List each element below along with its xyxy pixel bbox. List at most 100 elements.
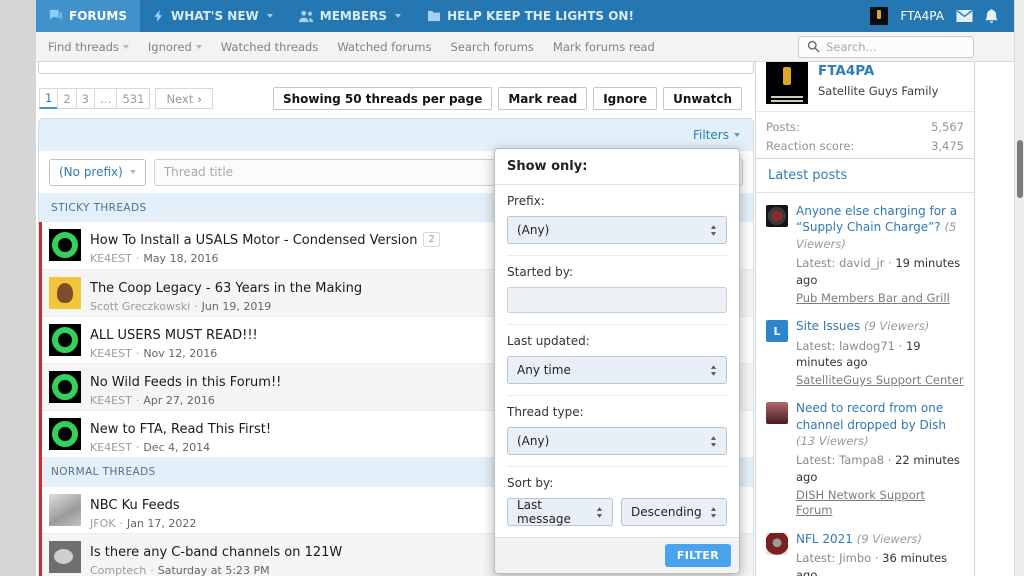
username-link[interactable]: FTA4PA: [900, 9, 944, 23]
alerts-bell-icon[interactable]: [985, 9, 998, 24]
search-input[interactable]: Search…: [798, 36, 974, 58]
thread-date-link[interactable]: Jan 17, 2022: [127, 517, 196, 530]
separator: [132, 394, 144, 407]
avatar[interactable]: [49, 277, 81, 309]
thread-title-link[interactable]: NBC Ku Feeds: [90, 498, 180, 513]
thread-title-link[interactable]: How To Install a USALS Motor - Condensed…: [90, 233, 417, 248]
forum-page: FORUMS WHAT'S NEW MEMBERS HELP KEEP THE …: [0, 0, 1024, 576]
profile-stats: Posts:5,567 Reaction score:3,475: [756, 111, 974, 164]
avatar[interactable]: [766, 402, 788, 424]
thread-author-link[interactable]: KE4EST: [90, 394, 132, 407]
filters-dropdown-toggle[interactable]: Filters: [693, 128, 740, 142]
avatar[interactable]: [766, 62, 808, 104]
folder-icon: [427, 10, 441, 22]
thread-title-link[interactable]: New to FTA, Read This First!: [90, 422, 271, 437]
page-badge[interactable]: 2: [423, 232, 439, 247]
latest-post-title-link[interactable]: NFL 2021: [796, 532, 853, 546]
separator: [146, 564, 158, 576]
thread-author-link[interactable]: Scott Greczkowski: [90, 300, 190, 313]
sort-field-select[interactable]: Last message: [507, 498, 613, 526]
thread-type-select[interactable]: (Any): [507, 427, 727, 455]
profile-username-link[interactable]: FTA4PA: [818, 63, 938, 79]
thread-author-link[interactable]: KE4EST: [90, 252, 132, 265]
tab-members[interactable]: MEMBERS: [286, 0, 414, 32]
user-avatar[interactable]: [870, 7, 888, 25]
tab-whats-new[interactable]: WHAT'S NEW: [140, 0, 286, 32]
list-item: Anyone else charging for a “Supply Chain…: [756, 193, 974, 308]
avatar[interactable]: [49, 541, 81, 573]
tab-label: MEMBERS: [320, 9, 387, 23]
filters-dropdown-panel: Show only: Prefix: (Any) Started by: Las…: [494, 148, 740, 574]
inbox-envelope-icon[interactable]: [956, 10, 973, 22]
mark-read-button[interactable]: Mark read: [498, 87, 587, 110]
latest-post-title-link[interactable]: Need to record from one channel dropped …: [796, 401, 946, 431]
forum-link[interactable]: Pub Members Bar and Grill: [796, 291, 950, 307]
tab-help-keep-lights-on[interactable]: HELP KEEP THE LIGHTS ON!: [414, 0, 647, 32]
thread-date-link[interactable]: Jun 19, 2019: [202, 300, 272, 313]
filter-submit-button[interactable]: FILTER: [665, 544, 731, 567]
avatar[interactable]: [766, 205, 788, 227]
account-area: FTA4PA: [870, 0, 1014, 32]
page-button-531[interactable]: 531: [116, 88, 150, 109]
thread-date-link[interactable]: Dec 4, 2014: [143, 441, 210, 454]
avatar[interactable]: [49, 494, 81, 526]
page-button-2[interactable]: 2: [57, 88, 76, 109]
search-placeholder: Search…: [826, 40, 877, 54]
latest-post-meta: Latest: david_jr · 19 minutes ago: [796, 255, 964, 288]
subnav-watched-threads[interactable]: Watched threads: [221, 40, 319, 54]
sub-navigation-bar: Find threads Ignored Watched threads Wat…: [36, 32, 1014, 62]
page-button-3[interactable]: 3: [76, 88, 95, 109]
avatar[interactable]: [49, 418, 81, 450]
subnav-ignored[interactable]: Ignored: [148, 40, 202, 54]
latest-posts-title: Latest posts: [756, 159, 974, 193]
thread-title-link[interactable]: No Wild Feeds in this Forum!!: [90, 375, 281, 390]
unwatch-button[interactable]: Unwatch: [663, 87, 742, 110]
avatar[interactable]: [49, 229, 81, 261]
scrollbar-thumb[interactable]: [1017, 140, 1023, 198]
forum-link[interactable]: SatelliteGuys Support Center: [796, 373, 964, 389]
thread-date-link[interactable]: Saturday at 5:23 PM: [158, 564, 270, 576]
thread-title-link[interactable]: The Coop Legacy - 63 Years in the Making: [90, 281, 362, 296]
thread-toolbar: Showing 50 threads per page Mark read Ig…: [273, 87, 742, 110]
thread-title-link[interactable]: Is there any C-band channels on 121W: [90, 545, 342, 560]
page-button-1[interactable]: 1: [39, 88, 58, 109]
started-by-input[interactable]: [507, 287, 727, 313]
chevron-down-icon: [734, 133, 740, 137]
user-title: Satellite Guys Family: [818, 84, 938, 98]
sort-by-label: Sort by:: [507, 476, 727, 490]
thread-author-link[interactable]: KE4EST: [90, 347, 132, 360]
thread-title-link[interactable]: ALL USERS MUST READ!!!: [90, 328, 258, 343]
subnav-watched-forums[interactable]: Watched forums: [337, 40, 431, 54]
ignore-button[interactable]: Ignore: [593, 87, 657, 110]
prefix-select[interactable]: (No prefix): [49, 159, 146, 186]
sort-direction-select[interactable]: Descending: [621, 498, 727, 526]
forum-link[interactable]: DISH Network Support Forum: [796, 488, 964, 519]
prefix-filter-select[interactable]: (Any): [507, 216, 727, 244]
pagination: 1 2 3 … 531 Next: [40, 88, 213, 109]
next-page-button[interactable]: Next: [155, 88, 212, 109]
avatar[interactable]: [49, 371, 81, 403]
avatar[interactable]: [766, 533, 788, 555]
thread-date-link[interactable]: May 18, 2016: [143, 252, 218, 265]
thread-author-link[interactable]: JFOK: [90, 517, 115, 530]
subnav-mark-forums-read[interactable]: Mark forums read: [553, 40, 655, 54]
member-profile-card: FTA4PA Satellite Guys Family Posts:5,567…: [755, 53, 975, 165]
last-updated-select[interactable]: Any time: [507, 356, 727, 384]
threads-per-page-button[interactable]: Showing 50 threads per page: [273, 87, 492, 110]
tab-forums[interactable]: FORUMS: [36, 0, 140, 32]
thread-date-link[interactable]: Apr 27, 2016: [143, 394, 215, 407]
last-updated-label: Last updated:: [507, 334, 727, 348]
subnav-find-threads[interactable]: Find threads: [48, 40, 129, 54]
avatar[interactable]: [49, 324, 81, 356]
latest-post-title-link[interactable]: Anyone else charging for a “Supply Chain…: [796, 204, 957, 234]
scrollbar-track[interactable]: [1014, 0, 1024, 576]
subnav-search-forums[interactable]: Search forums: [450, 40, 533, 54]
thread-author-link[interactable]: KE4EST: [90, 441, 132, 454]
page-ellipsis[interactable]: …: [94, 88, 118, 109]
thread-author-link[interactable]: Comptech: [90, 564, 146, 576]
latest-post-title-link[interactable]: Site Issues: [796, 319, 860, 333]
thread-date-link[interactable]: Nov 12, 2016: [143, 347, 217, 360]
select-arrows-icon: [710, 225, 717, 236]
avatar[interactable]: L: [766, 320, 788, 342]
page-left-gutter: [0, 0, 36, 576]
